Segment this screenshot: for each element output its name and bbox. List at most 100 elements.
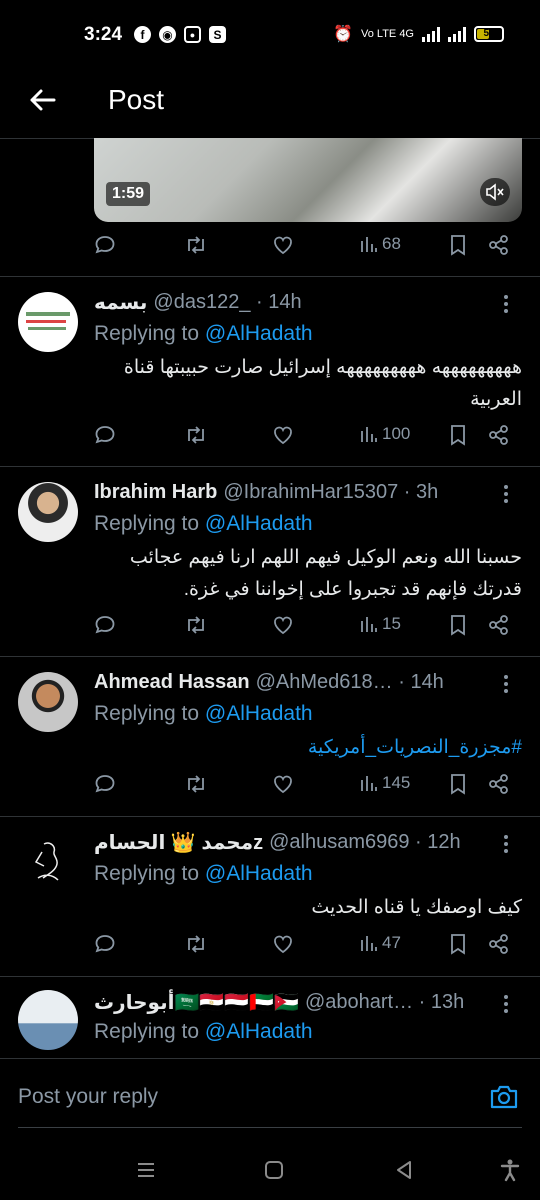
recents-icon[interactable] [134, 1158, 158, 1182]
share-icon[interactable] [488, 234, 510, 256]
network-label: Vo LTE 4G [361, 28, 414, 40]
system-status: ⏰ Vo LTE 4G 50 [333, 24, 504, 44]
mention-link[interactable]: @AlHadath [205, 1020, 313, 1043]
retweet-icon[interactable] [184, 933, 208, 955]
handle-timestamp: @das122_ · 14h [153, 290, 302, 313]
display-name[interactable]: بسمه [94, 290, 147, 315]
video-duration: 1:59 [106, 182, 151, 206]
views-count: 68 [382, 234, 401, 253]
reply-author: أبوحارث🇸🇦🇪🇬🇾🇪🇦🇪🇯🇴 @abohart… · 13h [94, 988, 480, 1016]
views-counter[interactable]: 100 [360, 424, 410, 444]
handle-timestamp: @IbrahimHar15307 · 3h [223, 480, 439, 503]
views-count: 100 [382, 424, 411, 443]
bookmark-icon[interactable] [448, 234, 468, 256]
bookmark-icon[interactable] [448, 614, 468, 636]
share-icon[interactable] [488, 933, 510, 955]
reply-author: بسمه @das122_ · 14h [94, 288, 480, 316]
avatar[interactable] [18, 292, 78, 352]
header: Post [0, 72, 540, 139]
back-nav-icon[interactable] [392, 1158, 416, 1182]
reply-action-bar: 145 [94, 773, 522, 803]
display-name[interactable]: محمد 👑 الحسامz [94, 830, 263, 855]
bookmark-icon[interactable] [448, 773, 468, 795]
display-name[interactable]: Ahmead Hassan [94, 671, 250, 694]
retweet-icon[interactable] [184, 614, 208, 636]
reply-text: كيف اوصفك يا قناه الحديث [311, 897, 522, 918]
avatar[interactable] [18, 482, 78, 542]
home-icon[interactable] [262, 1158, 286, 1182]
post-action-bar: 68 [94, 234, 522, 264]
more-options-icon[interactable] [496, 992, 516, 1016]
views-icon [361, 776, 377, 791]
views-count: 47 [382, 933, 401, 952]
views-icon [361, 237, 377, 252]
mention-link[interactable]: @AlHadath [205, 322, 313, 345]
views-count: 15 [382, 614, 401, 633]
avatar[interactable] [18, 990, 78, 1050]
views-counter[interactable]: 68 [360, 234, 401, 254]
reply-input[interactable]: Post your reply [18, 1085, 158, 1109]
reply-composer: Post your reply [0, 1058, 540, 1139]
like-icon[interactable] [272, 773, 294, 795]
hashtag-link[interactable]: #مجزرة_النصريات_أمريكية [94, 732, 522, 764]
bookmark-icon[interactable] [448, 933, 468, 955]
replying-to: Replying to @AlHadath [94, 322, 313, 345]
reply-item[interactable]: أبوحارث🇸🇦🇪🇬🇾🇪🇦🇪🇯🇴 @abohart… · 13h Replyi… [0, 976, 540, 1058]
views-icon [361, 936, 377, 951]
display-name[interactable]: Ibrahim Harb [94, 481, 217, 504]
accessibility-icon[interactable] [498, 1158, 522, 1182]
bookmark-icon[interactable] [448, 424, 468, 446]
notification-icons: f ◉ ● S [134, 26, 226, 43]
retweet-icon[interactable] [184, 773, 208, 795]
battery-icon: 50 [474, 26, 504, 42]
replying-to: Replying to @AlHadath [94, 1020, 313, 1043]
views-icon [361, 427, 377, 442]
views-counter[interactable]: 47 [360, 933, 401, 953]
like-icon[interactable] [272, 234, 294, 256]
mention-link[interactable]: @AlHadath [205, 702, 313, 725]
handle-timestamp: @alhusam6969 · 12h [269, 830, 461, 853]
camera-icon[interactable] [488, 1081, 520, 1113]
handle-timestamp: @abohart… · 13h [304, 990, 465, 1013]
display-name[interactable]: أبوحارث🇸🇦🇪🇬🇾🇪🇦🇪🇯🇴 [94, 990, 299, 1015]
share-icon[interactable] [488, 424, 510, 446]
reply-action-bar: 15 [94, 614, 522, 644]
mute-icon[interactable] [480, 178, 510, 206]
views-counter[interactable]: 145 [360, 773, 410, 793]
like-icon[interactable] [272, 933, 294, 955]
input-underline [18, 1127, 522, 1128]
share-icon[interactable] [488, 614, 510, 636]
s-app-icon: S [209, 26, 226, 43]
more-options-icon[interactable] [496, 482, 516, 506]
mention-link[interactable]: @AlHadath [205, 512, 313, 535]
reply-icon[interactable] [94, 234, 116, 256]
facebook-icon: f [134, 26, 151, 43]
avatar[interactable] [18, 672, 78, 732]
reply-icon[interactable] [94, 933, 116, 955]
retweet-icon[interactable] [184, 234, 208, 256]
retweet-icon[interactable] [184, 424, 208, 446]
reply-icon[interactable] [94, 773, 116, 795]
reply-author: Ahmead Hassan @AhMed618… · 14h [94, 668, 480, 696]
signal-icon [422, 26, 440, 42]
more-options-icon[interactable] [496, 292, 516, 316]
back-arrow-icon[interactable] [22, 80, 62, 120]
avatar[interactable] [18, 832, 78, 892]
like-icon[interactable] [272, 424, 294, 446]
more-options-icon[interactable] [496, 832, 516, 856]
instagram-icon: ● [184, 26, 201, 43]
reply-icon[interactable] [94, 614, 116, 636]
video-player[interactable]: 1:59 [94, 138, 522, 222]
views-counter[interactable]: 15 [360, 614, 401, 634]
reply-action-bar: 47 [94, 933, 522, 963]
chrome-icon: ◉ [159, 26, 176, 43]
reply-author: Ibrahim Harb @IbrahimHar15307 · 3h [94, 478, 480, 506]
status-time: 3:24 [84, 24, 123, 45]
share-icon[interactable] [488, 773, 510, 795]
reply-icon[interactable] [94, 424, 116, 446]
more-options-icon[interactable] [496, 672, 516, 696]
like-icon[interactable] [272, 614, 294, 636]
alarm-icon: ⏰ [333, 26, 353, 43]
mention-link[interactable]: @AlHadath [205, 862, 313, 885]
page-title: Post [108, 84, 165, 115]
